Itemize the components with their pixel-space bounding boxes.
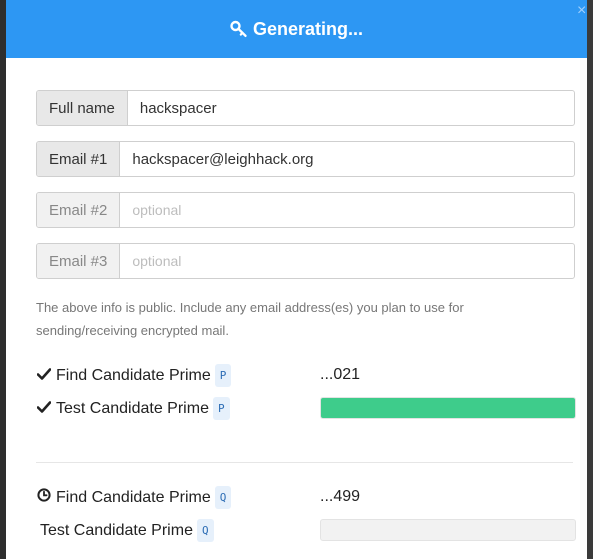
full-name-input[interactable]: hackspacer [128, 91, 574, 125]
email-1-label: Email #1 [37, 142, 121, 176]
prime-badge: P [212, 397, 230, 420]
check-icon [36, 367, 52, 385]
key-icon [230, 20, 248, 38]
step-find-prime-q: Find Candidate Prime Q [36, 486, 232, 509]
check-icon [36, 400, 52, 418]
step-label: Find Candidate Prime [56, 366, 211, 384]
email-3-input[interactable]: optional [120, 244, 574, 278]
step-find-prime-p: Find Candidate Prime P [36, 364, 232, 387]
email-1-input[interactable]: hackspacer@leighhack.org [120, 142, 574, 176]
email-3-field[interactable]: Email #3 optional [36, 243, 575, 279]
generating-dialog: Generating... × Full name hackspacer Ema… [6, 0, 587, 559]
prime-p-result: ...021 [320, 366, 361, 383]
email-2-input[interactable]: optional [120, 193, 574, 227]
close-icon[interactable]: × [577, 3, 587, 19]
prime-badge: P [214, 364, 232, 387]
step-label: Find Candidate Prime [56, 488, 211, 506]
email-2-label: Email #2 [37, 193, 121, 227]
section-divider [36, 462, 573, 463]
step-label: Test Candidate Prime [40, 521, 193, 539]
step-label: Test Candidate Prime [56, 399, 209, 417]
step-test-prime-q: Test Candidate Prime Q [40, 519, 214, 542]
prime-badge: Q [214, 486, 232, 509]
dialog-header: Generating... [6, 0, 587, 58]
progress-fill [321, 398, 575, 418]
prime-q-progress-bar [320, 519, 576, 541]
email-2-field[interactable]: Email #2 optional [36, 192, 575, 228]
full-name-field[interactable]: Full name hackspacer [36, 90, 575, 126]
prime-p-progress-bar [320, 397, 576, 419]
step-test-prime-p: Test Candidate Prime P [36, 397, 230, 420]
email-3-label: Email #3 [37, 244, 121, 278]
prime-q-result: ...499 [320, 488, 361, 505]
background-right [587, 0, 593, 559]
prime-badge: Q [196, 519, 214, 542]
dialog-title: Generating... [252, 18, 364, 39]
clock-icon [36, 488, 52, 507]
public-info-note: The above info is public. Include any em… [36, 300, 464, 338]
email-1-field[interactable]: Email #1 hackspacer@leighhack.org [36, 141, 575, 177]
full-name-label: Full name [37, 91, 128, 125]
